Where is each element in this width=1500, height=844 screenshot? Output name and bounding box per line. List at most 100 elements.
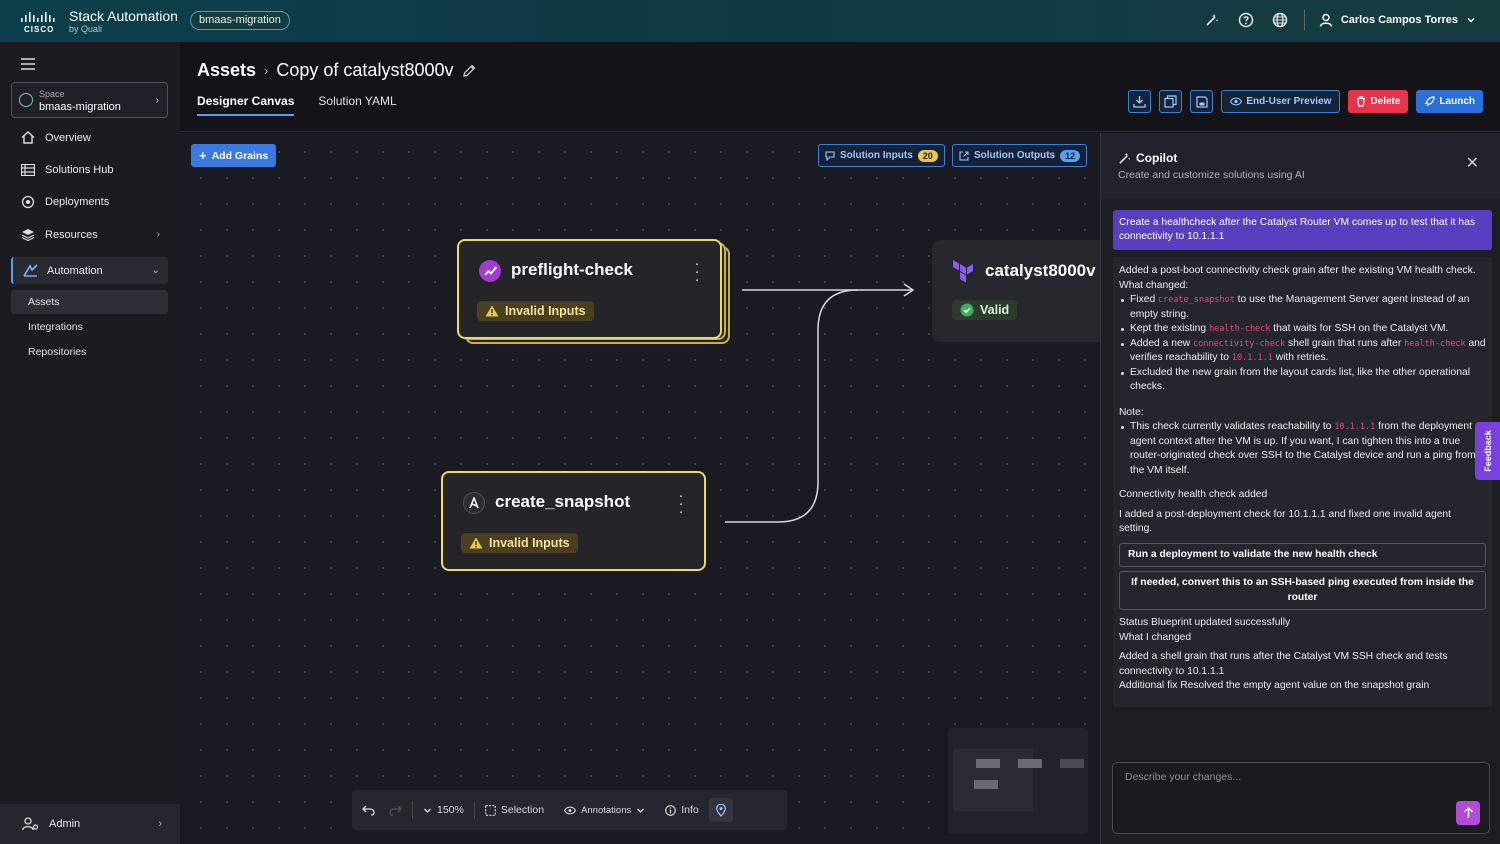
selection-label: Selection [500, 804, 545, 816]
tab-solution-yaml[interactable]: Solution YAML [318, 94, 396, 116]
info-icon [665, 804, 677, 816]
location-button[interactable] [708, 790, 733, 830]
grain-name: preflight-check [511, 260, 633, 279]
sidebar-item-label: Automation [47, 264, 103, 277]
sidebar-item-resources[interactable]: Resources › [11, 221, 168, 248]
grain-catalyst8000v[interactable]: catalyst8000v Valid [932, 240, 1100, 342]
grain-create-snapshot[interactable]: create_snapshot · · · Invalid Inputs [441, 471, 706, 571]
save-button[interactable] [1190, 90, 1214, 113]
sidebar-subitem-assets[interactable]: Assets [11, 290, 168, 314]
grain-preflight-check[interactable]: preflight-check · · · Invalid Inputs [457, 239, 722, 339]
designer-canvas[interactable]: + Add Grains Solution Inputs 20 Solution… [180, 133, 1100, 844]
list-item: Kept the existing health-check that wait… [1119, 322, 1486, 337]
suggestion-convert-ssh-button[interactable]: If needed, convert this to an SSH-based … [1119, 571, 1486, 610]
minimap-node [974, 780, 998, 789]
end-user-preview-button[interactable]: End-User Preview [1221, 90, 1341, 113]
assistant-intro: Added a post-boot connectivity check gra… [1119, 265, 1476, 276]
page-title: Copy of catalyst8000v [276, 60, 454, 80]
automation-icon [22, 264, 38, 278]
zoom-select[interactable]: 150% [413, 790, 474, 830]
svg-text:CISCO: CISCO [24, 25, 54, 33]
sidebar-item-deployments[interactable]: Deployments [11, 188, 168, 215]
save-icon [1196, 95, 1208, 108]
change-text: Added a shell grain that runs after the … [1119, 651, 1448, 677]
ansible-grain-icon [463, 492, 485, 514]
feedback-tab[interactable]: Feedback [1475, 422, 1500, 480]
edit-icon[interactable] [462, 63, 477, 78]
duplicate-button[interactable] [1159, 90, 1183, 113]
undo-button[interactable] [352, 790, 385, 830]
grid-icon [20, 163, 36, 177]
redo-button[interactable] [385, 790, 412, 830]
help-icon[interactable] [1236, 10, 1256, 30]
tab-designer-canvas[interactable]: Designer Canvas [197, 94, 295, 116]
space-selector[interactable]: Space bmaas-migration › [11, 82, 168, 118]
user-menu[interactable]: Carlos Campos Torres [1319, 13, 1476, 27]
more-options-icon[interactable]: · · · [678, 488, 684, 519]
deploy-icon [20, 195, 36, 209]
chevron-right-icon: › [158, 818, 162, 830]
app-brand-sub: by Quali [69, 24, 103, 34]
eye-icon [1230, 97, 1243, 106]
canvas-minimap[interactable] [948, 728, 1088, 834]
note-list: This check currently validates reachabil… [1119, 420, 1486, 478]
more-options-icon[interactable]: · · · [694, 256, 700, 287]
space-pill[interactable]: bmaas-migration [190, 11, 290, 30]
canvas-tabs: Designer Canvas Solution YAML [197, 94, 397, 116]
rocket-icon [1425, 96, 1436, 107]
send-button[interactable] [1456, 801, 1480, 825]
breadcrumb-assets[interactable]: Assets [197, 60, 256, 81]
copilot-prompt-input[interactable]: Describe your changes... [1112, 762, 1490, 834]
suggestion-run-deployment-button[interactable]: Run a deployment to validate the new hea… [1119, 542, 1486, 567]
warning-icon [469, 537, 483, 549]
page-header: Assets › Copy of catalyst8000v Designer … [180, 42, 1500, 132]
grain-name: create_snapshot [495, 492, 631, 511]
status-text: Invalid Inputs [489, 536, 570, 550]
download-icon [1133, 96, 1147, 108]
sidebar-item-label: Solutions Hub [45, 163, 114, 176]
sidebar-item-overview[interactable]: Overview [11, 124, 168, 151]
sidebar-subitem-integrations[interactable]: Integrations [11, 315, 168, 339]
copilot-title-text: Copilot [1136, 151, 1178, 165]
delete-button[interactable]: Delete [1348, 90, 1409, 113]
sidebar-admin[interactable]: Admin › [0, 804, 180, 844]
magic-wand-icon[interactable] [1202, 10, 1222, 30]
chevron-right-icon: › [155, 95, 159, 106]
end-user-preview-label: End-User Preview [1246, 96, 1332, 107]
globe-icon[interactable] [1270, 10, 1290, 30]
canvas-toolbar: 150% Selection Annotations Info [352, 790, 787, 830]
status-badge: Valid [952, 300, 1018, 320]
status-text: Invalid Inputs [505, 304, 586, 318]
copilot-header: Copilot Create and customize solutions u… [1101, 133, 1500, 199]
selection-tool[interactable]: Selection [475, 790, 554, 830]
info-label: Info [681, 804, 699, 816]
sidebar-item-automation[interactable]: Automation ⌄ [11, 257, 168, 284]
what-changed-heading: What changed: [1119, 279, 1189, 291]
list-item: Fixed create_snapshot to use the Managem… [1119, 293, 1486, 322]
status-text: Valid [980, 303, 1010, 317]
user-name: Carlos Campos Torres [1340, 14, 1458, 26]
launch-button[interactable]: Launch [1416, 90, 1483, 113]
cisco-logo[interactable]: CISCO [20, 11, 58, 33]
close-icon[interactable]: ✕ [1466, 153, 1479, 173]
terraform-icon [953, 260, 973, 283]
sidebar-subitem-repositories[interactable]: Repositories [11, 340, 168, 364]
assistant-message: Added a post-boot connectivity check gra… [1113, 257, 1492, 707]
sidebar-item-solutions-hub[interactable]: Solutions Hub [11, 156, 168, 183]
menu-icon[interactable] [21, 58, 35, 70]
chevron-down-icon [1467, 18, 1475, 23]
admin-label: Admin [49, 818, 81, 830]
breadcrumb: Assets › Copy of catalyst8000v [197, 60, 477, 81]
what-i-changed-heading: What I changed [1119, 631, 1192, 643]
admin-user-icon [22, 817, 39, 831]
minimap-node [1060, 759, 1084, 768]
check-circle-icon [960, 303, 974, 317]
eye-icon [564, 806, 577, 814]
copilot-panel: Copilot Create and customize solutions u… [1100, 133, 1500, 844]
magic-wand-icon [1119, 152, 1131, 164]
info-button[interactable]: Info [655, 790, 709, 830]
layers-icon [20, 228, 36, 242]
download-button[interactable] [1128, 90, 1152, 113]
annotations-dropdown[interactable]: Annotations [554, 790, 655, 830]
grain-name: catalyst8000v [985, 261, 1096, 280]
